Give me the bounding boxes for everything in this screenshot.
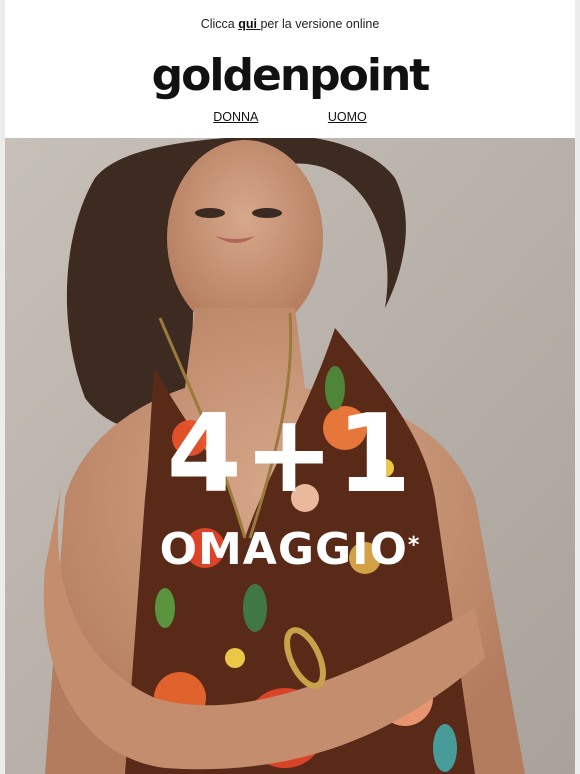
main-nav: DONNA UOMO [5, 110, 575, 124]
promo-subline: OMAGGIO* [5, 526, 575, 574]
nav-link-donna[interactable]: DONNA [213, 110, 258, 124]
nav-link-uomo[interactable]: UOMO [328, 110, 367, 124]
hero-banner[interactable]: 4+1 OMAGGIO* [5, 138, 575, 774]
promo-subline-text: OMAGGIO [159, 524, 408, 575]
preheader-text-after: per la versione online [260, 17, 380, 31]
online-version-link[interactable]: qui [238, 17, 260, 31]
preheader: Clicca qui per la versione online [5, 17, 575, 31]
promo-headline: 4+1 [166, 392, 414, 517]
promo-asterisk: * [407, 533, 421, 558]
preheader-text-before: Clicca [200, 17, 239, 31]
email-page: Clicca qui per la versione online golden… [5, 0, 575, 774]
goldenpoint-logo[interactable]: goldenpoint [5, 50, 575, 102]
